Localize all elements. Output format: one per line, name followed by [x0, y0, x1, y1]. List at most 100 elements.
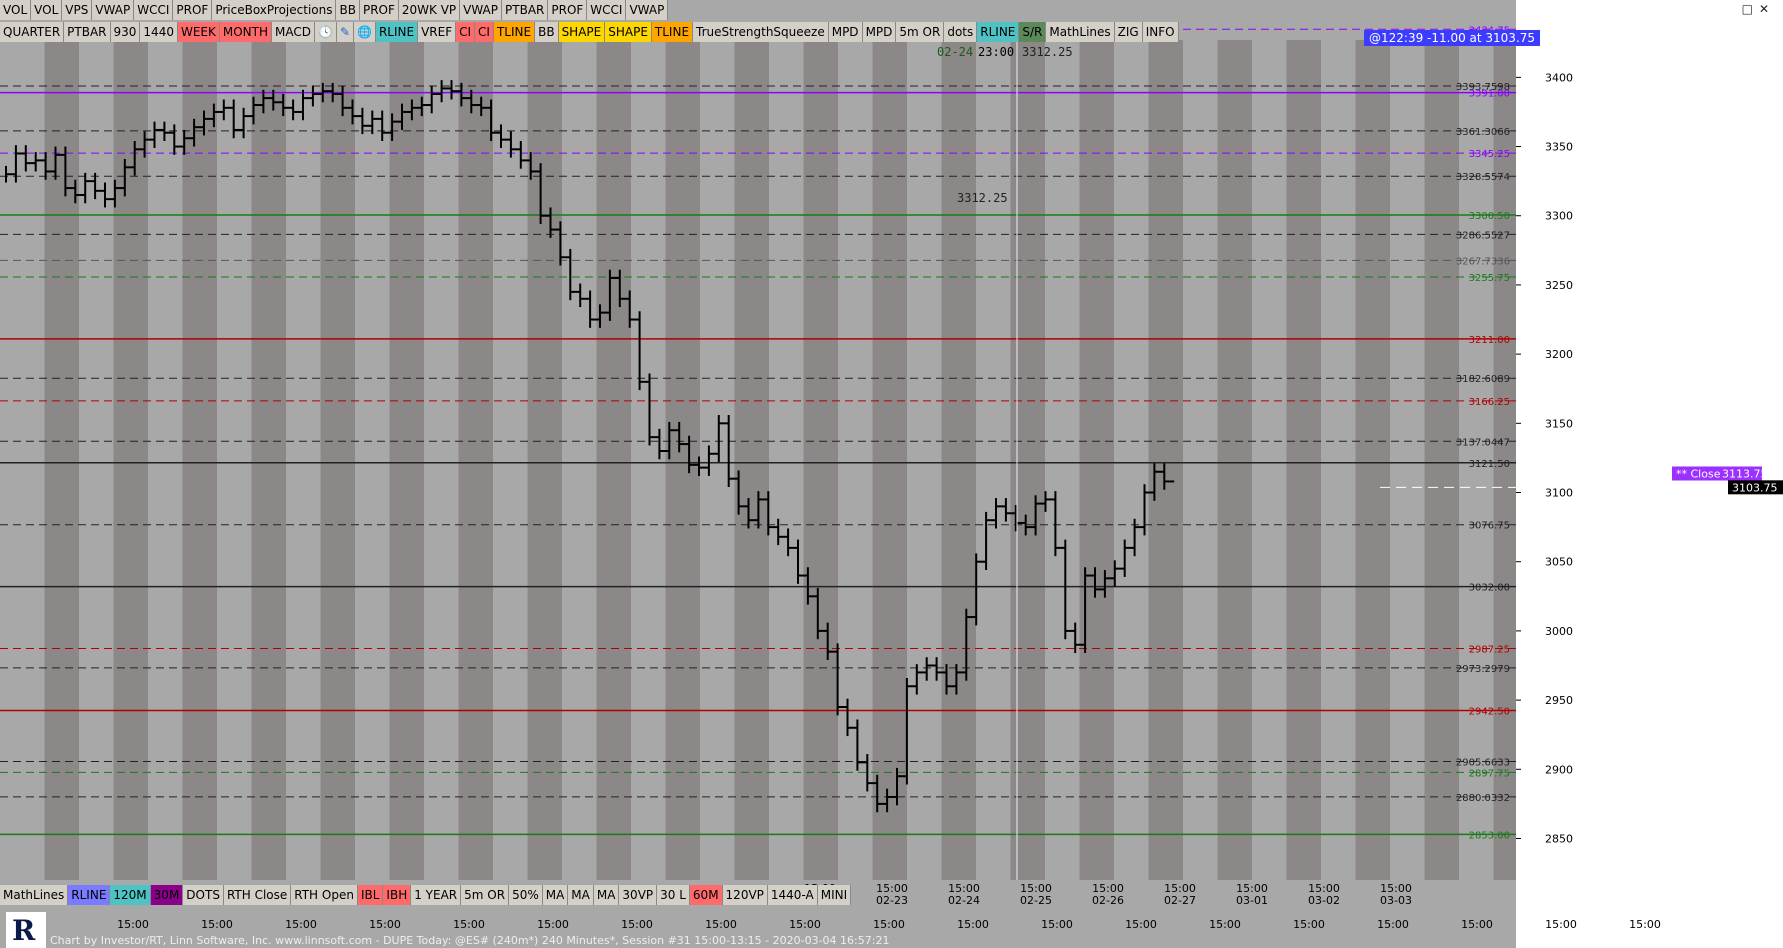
x-time-label-bottom: 15:00: [1041, 918, 1073, 931]
toolbar-btn-rline[interactable]: RLINE: [68, 885, 111, 905]
toolbar-btn-rline[interactable]: RLINE: [375, 22, 419, 42]
level-label: 3166.25: [1469, 397, 1510, 408]
toolbar-btn-tline[interactable]: TLINE: [651, 22, 694, 42]
toolbar-btn-vwap[interactable]: VWAP: [626, 0, 669, 20]
toolbar-btn-vref[interactable]: VREF: [418, 22, 457, 42]
toolbar-btn-prof[interactable]: PROF: [548, 0, 588, 20]
toolbar-btn-ci[interactable]: CI: [475, 22, 494, 42]
window-controls[interactable]: □✕: [1742, 2, 1775, 16]
toolbar-btn-vps[interactable]: VPS: [62, 0, 93, 20]
toolbar-btn-30vp[interactable]: 30VP: [619, 885, 658, 905]
clock-icon[interactable]: 🕓: [315, 22, 337, 42]
level-label: 2853.00: [1469, 830, 1510, 841]
toolbar-btn-vwap[interactable]: VWAP: [460, 0, 503, 20]
price-chart[interactable]: 2850 2900 2950 3000 3050 3100 3150 3200 3250 3300…: [0, 0, 1783, 948]
toolbar-btn-quarter[interactable]: QUARTER: [0, 22, 65, 42]
toolbar-btn-mpd[interactable]: MPD: [828, 22, 863, 42]
toolbar-btn-prof[interactable]: PROF: [173, 0, 213, 20]
toolbar-btn-rth-close[interactable]: RTH Close: [223, 885, 292, 905]
close-icon[interactable]: ✕: [1759, 2, 1775, 16]
toolbar-btn-vol[interactable]: VOL: [31, 0, 63, 20]
level-label: 2897.75: [1469, 768, 1510, 779]
toolbar-btn-ptbar[interactable]: PTBAR: [502, 0, 549, 20]
x-time-label-bottom: 15:00: [873, 918, 905, 931]
toolbar-btn-ma[interactable]: MA: [593, 885, 620, 905]
toolbar-btn-30m[interactable]: 30M: [150, 885, 184, 905]
toolbar-btn-ma[interactable]: MA: [568, 885, 594, 905]
toolbar-btn-zig[interactable]: ZIG: [1114, 22, 1143, 42]
session-band: [320, 40, 355, 880]
session-band: [389, 40, 424, 880]
toolbar-btn-mini[interactable]: MINI: [817, 885, 852, 905]
toolbar-btn-priceboxprojections[interactable]: PriceBoxProjections: [212, 0, 337, 20]
toolbar-btn-1440[interactable]: 1440: [140, 22, 178, 42]
toolbar-btn-120m[interactable]: 120M: [110, 885, 151, 905]
toolbar-btn-month[interactable]: MONTH: [219, 22, 273, 42]
session-band: [113, 40, 148, 880]
toolbar-btn-50-[interactable]: 50%: [509, 885, 543, 905]
toolbar-btn-ptbar[interactable]: PTBAR: [64, 22, 111, 42]
toolbar-btn-wcci[interactable]: WCCI: [134, 0, 174, 20]
x-time-label-bottom: 15:00: [285, 918, 317, 931]
level-label: 3255.75: [1469, 273, 1510, 284]
toolbar-btn-tline[interactable]: TLINE: [493, 22, 536, 42]
toolbar-btn-mathlines[interactable]: MathLines: [1046, 22, 1115, 42]
toolbar-btn-info[interactable]: INFO: [1142, 22, 1179, 42]
x-time-label-bottom: 15:00: [1125, 918, 1157, 931]
toolbar-btn-1-year[interactable]: 1 YEAR: [411, 885, 462, 905]
toolbar-btn-rth-open[interactable]: RTH Open: [291, 885, 358, 905]
y-tick-label: 3100: [1545, 487, 1573, 500]
toolbar-btn-truestrengthsqueeze[interactable]: TrueStrengthSqueeze: [693, 22, 829, 42]
session-band: [734, 40, 769, 880]
toolbar-btn-ibh[interactable]: IBH: [383, 885, 412, 905]
toolbar-btn-ci[interactable]: CI: [456, 22, 476, 42]
toolbar-btn-wcci[interactable]: WCCI: [587, 0, 627, 20]
x-time-label-bottom: 15:00: [369, 918, 401, 931]
pencil-icon[interactable]: ✎: [336, 22, 355, 42]
toolbar-btn-vwap[interactable]: VWAP: [92, 0, 135, 20]
session-band: [1079, 40, 1114, 880]
x-date-label: 02-26: [1092, 894, 1124, 907]
restore-icon[interactable]: □: [1742, 2, 1759, 16]
toolbar-btn-ibl[interactable]: IBL: [357, 885, 384, 905]
x-time-label-bottom: 15:00: [537, 918, 569, 931]
toolbar-btn-dots[interactable]: dots: [944, 22, 978, 42]
toolbar-btn-s-r[interactable]: S/R: [1019, 22, 1047, 42]
toolbar-btn-60m[interactable]: 60M: [689, 885, 723, 905]
session-band: [1424, 40, 1459, 880]
toolbar-btn-5m-or[interactable]: 5m OR: [896, 22, 945, 42]
globe-icon[interactable]: 🌐: [354, 22, 376, 42]
level-label: 3267.7336: [1456, 256, 1510, 267]
session-band: [182, 40, 217, 880]
x-time-label-bottom: 15:00: [117, 918, 149, 931]
toolbar-btn-vol[interactable]: VOL: [0, 0, 32, 20]
session-band: [527, 40, 562, 880]
price-readout: @122:39 -11.00 at 3103.75: [1364, 30, 1541, 46]
toolbar-btn-macd[interactable]: MACD: [272, 22, 315, 42]
toolbar-btn-mathlines[interactable]: MathLines: [0, 885, 69, 905]
toolbar-btn-shape[interactable]: SHAPE: [605, 22, 652, 42]
toolbar-btn-week[interactable]: WEEK: [177, 22, 220, 42]
toolbar-btn-dots[interactable]: DOTS: [183, 885, 224, 905]
y-tick-label: 3400: [1545, 71, 1573, 84]
toolbar-btn-bb[interactable]: BB: [535, 22, 559, 42]
toolbar-btn-20wk-vp[interactable]: 20WK VP: [398, 0, 461, 20]
toolbar-btn-30-l[interactable]: 30 L: [657, 885, 690, 905]
toolbar-btn-1440-a[interactable]: 1440-A: [767, 885, 818, 905]
toolbar-btn-rline[interactable]: RLINE: [977, 22, 1020, 42]
session-band: [251, 40, 286, 880]
toolbar-btn-bb[interactable]: BB: [336, 0, 360, 20]
y-tick-label: 3300: [1545, 210, 1573, 223]
toolbar-btn-ma[interactable]: MA: [542, 885, 569, 905]
last-price-value: 3103.75: [1732, 481, 1778, 494]
toolbar-btn-5m-or[interactable]: 5m OR: [461, 885, 510, 905]
toolbar-btn-shape[interactable]: SHAPE: [558, 22, 606, 42]
toolbar-btn-930[interactable]: 930: [110, 22, 141, 42]
toolbar-btn-120vp[interactable]: 120VP: [722, 885, 768, 905]
cursor-date-label: 02-24: [937, 45, 973, 59]
x-time-label-bottom: 15:00: [1629, 918, 1661, 931]
toolbar-btn-mpd[interactable]: MPD: [862, 22, 897, 42]
close-badge-label: ** Close: [1676, 467, 1721, 480]
x-time-label-bottom: 15:00: [453, 918, 485, 931]
toolbar-btn-prof[interactable]: PROF: [359, 0, 399, 20]
